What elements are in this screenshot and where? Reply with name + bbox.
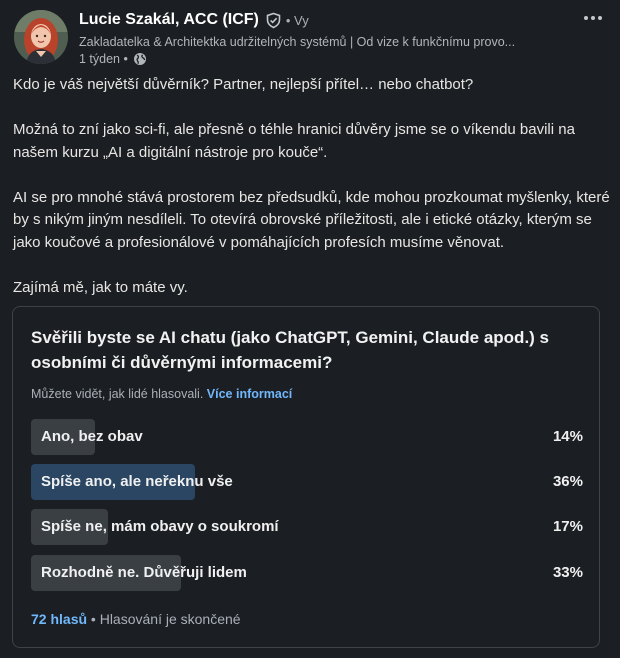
poll-option-percent: 33% [552,564,583,581]
poll-option[interactable]: Rozhodně ne. Důvěřuji lidem 33% [31,555,583,591]
poll-option[interactable]: Ano, bez obav 14% [31,419,583,455]
more-info-link[interactable]: Více informací [207,387,292,401]
poll-option-percent: 14% [552,428,583,445]
avatar-image [14,10,68,64]
poll-option[interactable]: Spíše ano, ale neřeknu vše 36% [31,464,583,500]
more-options-button[interactable] [580,8,606,28]
post-paragraph: Možná to zní jako sci-fi, ale přesně o t… [13,121,575,161]
post-body: Kdo je váš největší důvěrník? Partner, n… [13,74,613,322]
poll-option-label: Rozhodně ne. Důvěřuji lidem [41,564,247,581]
shield-check-icon [265,12,282,29]
more-horizontal-icon-dot [598,16,602,20]
poll-option-percent: 17% [552,518,583,535]
author-headline: Zakladatelka & Architektka udržitelných … [79,35,516,49]
post-card: Lucie Szakál, ACC (ICF) • Vy Zakladatelk… [0,0,620,658]
poll-card: Svěřili byste se AI chatu (jako ChatGPT,… [12,306,600,648]
author-block: Lucie Szakál, ACC (ICF) • Vy Zakladatelk… [79,8,559,66]
poll-option-label: Spíše ano, ale neřeknu vše [41,473,233,490]
poll-visibility-note: Můžete vidět, jak lidé hlasovali. Více i… [31,387,292,401]
connection-degree: • Vy [285,12,309,28]
more-horizontal-icon-dot [591,16,595,20]
poll-status: • Hlasování je skončené [90,611,241,627]
post-time: 1 týden • [79,52,128,66]
poll-question: Svěřili byste se AI chatu (jako ChatGPT,… [31,328,550,372]
post-paragraph: Zajímá mě, jak to máte vy. [13,278,188,296]
poll-option[interactable]: Spíše ne, mám obavy o soukromí 17% [31,509,583,545]
poll-option-label: Spíše ne, mám obavy o soukromí [41,518,279,535]
poll-votes-link[interactable]: 72 hlasů [31,611,87,627]
poll-option-percent: 36% [552,473,583,490]
author-name[interactable]: Lucie Szakál, ACC (ICF) [79,11,259,29]
post-paragraph: AI se pro mnohé stává prostorem bez před… [13,188,610,251]
poll-option-label: Ano, bez obav [41,428,143,445]
author-avatar[interactable] [14,10,68,64]
globe-icon [133,52,147,66]
poll-footer: 72 hlasů • Hlasování je skončené [31,611,241,627]
poll-visibility-text: Můžete vidět, jak lidé hlasovali. [31,387,204,401]
post-paragraph: Kdo je váš největší důvěrník? Partner, n… [13,76,474,93]
more-horizontal-icon [584,16,588,20]
